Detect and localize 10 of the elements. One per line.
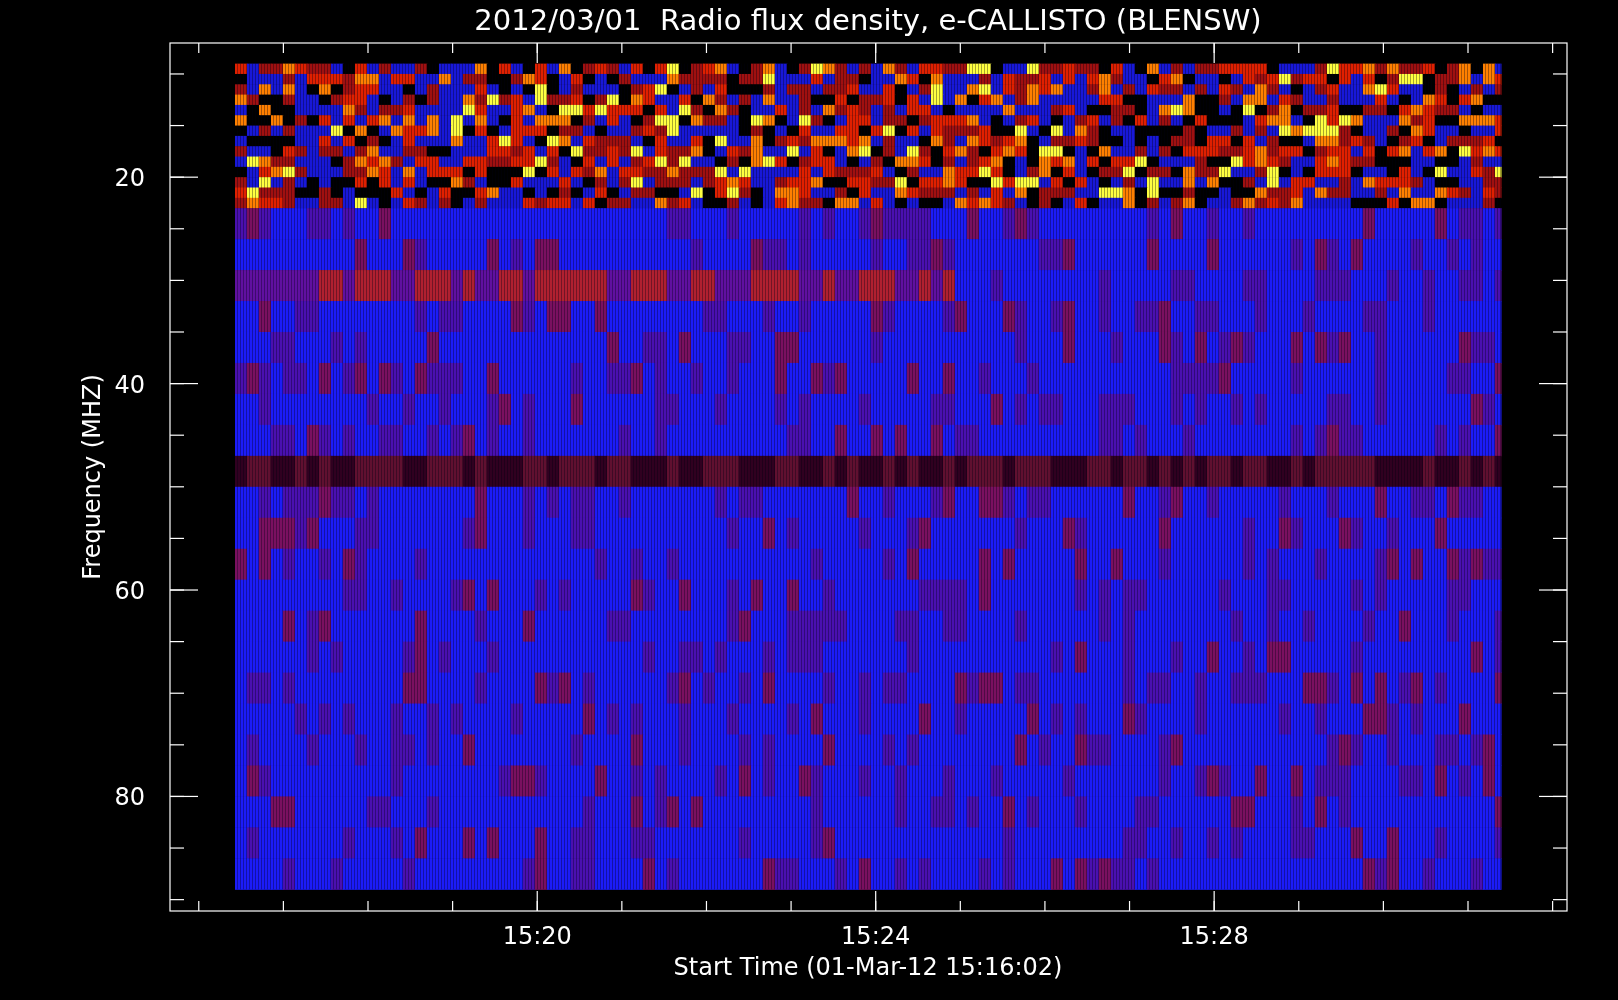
tick-label: 40: [114, 370, 145, 399]
tick-label: 15:28: [1179, 922, 1249, 950]
chart-title: 2012/03/01 Radio flux density, e-CALLISTO (BLENSW): [474, 3, 1262, 37]
tick-label: 80: [114, 783, 145, 812]
tick-label: 15:24: [841, 922, 911, 950]
axis-label: Start Time (01-Mar-12 15:16:02): [673, 953, 1063, 981]
axis-label: Frequency (MHZ): [78, 374, 106, 580]
tick-label: 20: [114, 164, 145, 193]
tick-label: 15:20: [502, 922, 572, 950]
tick-label: 60: [114, 577, 145, 605]
